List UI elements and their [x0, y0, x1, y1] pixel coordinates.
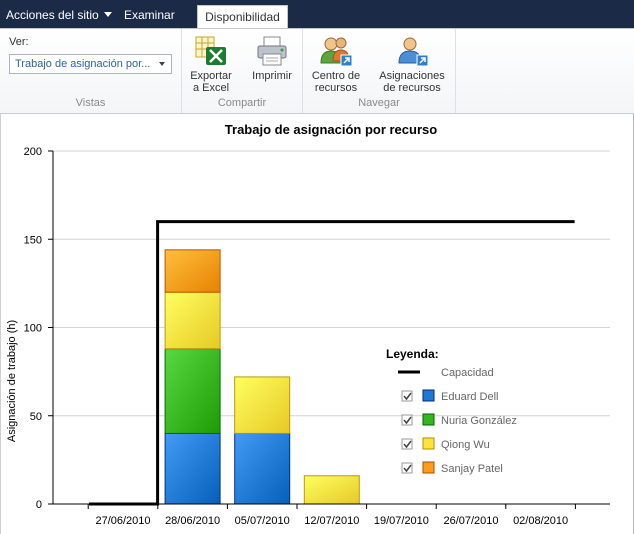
- top-nav-bar: Acciones del sitio Examinar Disponibilid…: [0, 0, 634, 30]
- resource-center-button[interactable]: Centro de recursos: [307, 35, 365, 94]
- group-label-navigate: Navegar: [358, 97, 400, 109]
- chart-area: Trabajo de asignación por recurso Asigna…: [0, 115, 634, 534]
- x-tick-label: 26/07/2010: [443, 515, 498, 527]
- group-label-views: Vistas: [75, 97, 106, 109]
- view-label: Ver:: [9, 36, 29, 48]
- export-label-2: a Excel: [192, 82, 230, 94]
- chevron-down-icon: [159, 62, 165, 66]
- bar-segment: [164, 348, 221, 434]
- site-actions-menu[interactable]: Acciones del sitio: [6, 0, 112, 28]
- legend-title: Leyenda:: [386, 347, 439, 361]
- resource-center-icon: [320, 37, 353, 67]
- capacity-line: [89, 220, 575, 506]
- y-tick-label: 0: [36, 499, 42, 511]
- excel-icon: [195, 36, 226, 65]
- legend-item-label: Sanjay Patel: [441, 463, 503, 475]
- bar-segment: [234, 432, 291, 505]
- print-button[interactable]: Imprimir: [248, 35, 296, 82]
- legend-swatch: [422, 413, 435, 426]
- y-tick-label: 150: [24, 234, 42, 246]
- site-actions-label: Acciones del sitio: [6, 8, 99, 22]
- legend-item-label: Nuria González: [441, 415, 517, 427]
- assignments-label-1: Asignaciones: [379, 70, 445, 82]
- legend-swatch: [422, 389, 435, 402]
- resource-assignments-button[interactable]: Asignaciones de recursos: [373, 35, 451, 94]
- bar-segment: [234, 376, 291, 434]
- assignments-label-2: de recursos: [383, 82, 441, 94]
- x-tick-label: 12/07/2010: [304, 515, 359, 527]
- y-tick-label: 100: [24, 323, 42, 335]
- bar-segment: [303, 475, 360, 505]
- x-tick-label: 19/07/2010: [374, 515, 429, 527]
- bar-segment: [164, 249, 221, 293]
- ribbon-group-views: Ver: Trabajo de asignación por... Vistas: [0, 29, 182, 113]
- legend-capacity-label: Capacidad: [441, 367, 494, 379]
- chevron-down-icon: [103, 12, 112, 17]
- resource-assignments-icon: [398, 37, 429, 67]
- x-tick-label: 28/06/2010: [165, 515, 220, 527]
- assignment-work-chart: Trabajo de asignación por recurso Asigna…: [6, 122, 610, 527]
- legend-swatch: [422, 461, 435, 474]
- ribbon: Ver: Trabajo de asignación por... Vistas…: [0, 28, 634, 114]
- tab-availability[interactable]: Disponibilidad: [197, 5, 288, 30]
- legend-item-label: Eduard Dell: [441, 391, 498, 403]
- print-label: Imprimir: [252, 70, 292, 82]
- ribbon-group-navigate: Centro de recursos Asignaciones de recur…: [303, 29, 456, 113]
- ribbon-group-share: Exportar a Excel Imprimir Compartir: [182, 29, 303, 113]
- legend-swatch: [422, 437, 435, 450]
- y-tick-label: 50: [30, 411, 42, 423]
- page-frame-right: [626, 114, 634, 534]
- view-select[interactable]: Trabajo de asignación por...: [9, 54, 172, 74]
- printer-icon: [257, 36, 287, 66]
- export-excel-button[interactable]: Exportar a Excel: [188, 35, 234, 94]
- bar-segment: [164, 291, 221, 350]
- export-label-1: Exportar: [190, 70, 232, 82]
- group-label-share: Compartir: [217, 97, 267, 109]
- y-axis-label: Asignación de trabajo (h): [6, 320, 18, 442]
- y-tick-label: 200: [24, 146, 42, 158]
- x-tick-label: 27/06/2010: [95, 515, 150, 527]
- resource-center-label-2: recursos: [314, 82, 358, 94]
- view-select-value: Trabajo de asignación por...: [15, 58, 151, 70]
- legend-item-label: Qiong Wu: [441, 439, 490, 451]
- tab-browse[interactable]: Examinar: [124, 0, 175, 28]
- bar-segment: [164, 432, 221, 505]
- page-frame-left: [0, 114, 1, 534]
- x-tick-label: 05/07/2010: [235, 515, 290, 527]
- resource-center-label-1: Centro de: [311, 70, 361, 82]
- x-tick-label: 02/08/2010: [513, 515, 568, 527]
- chart-title: Trabajo de asignación por recurso: [225, 122, 437, 137]
